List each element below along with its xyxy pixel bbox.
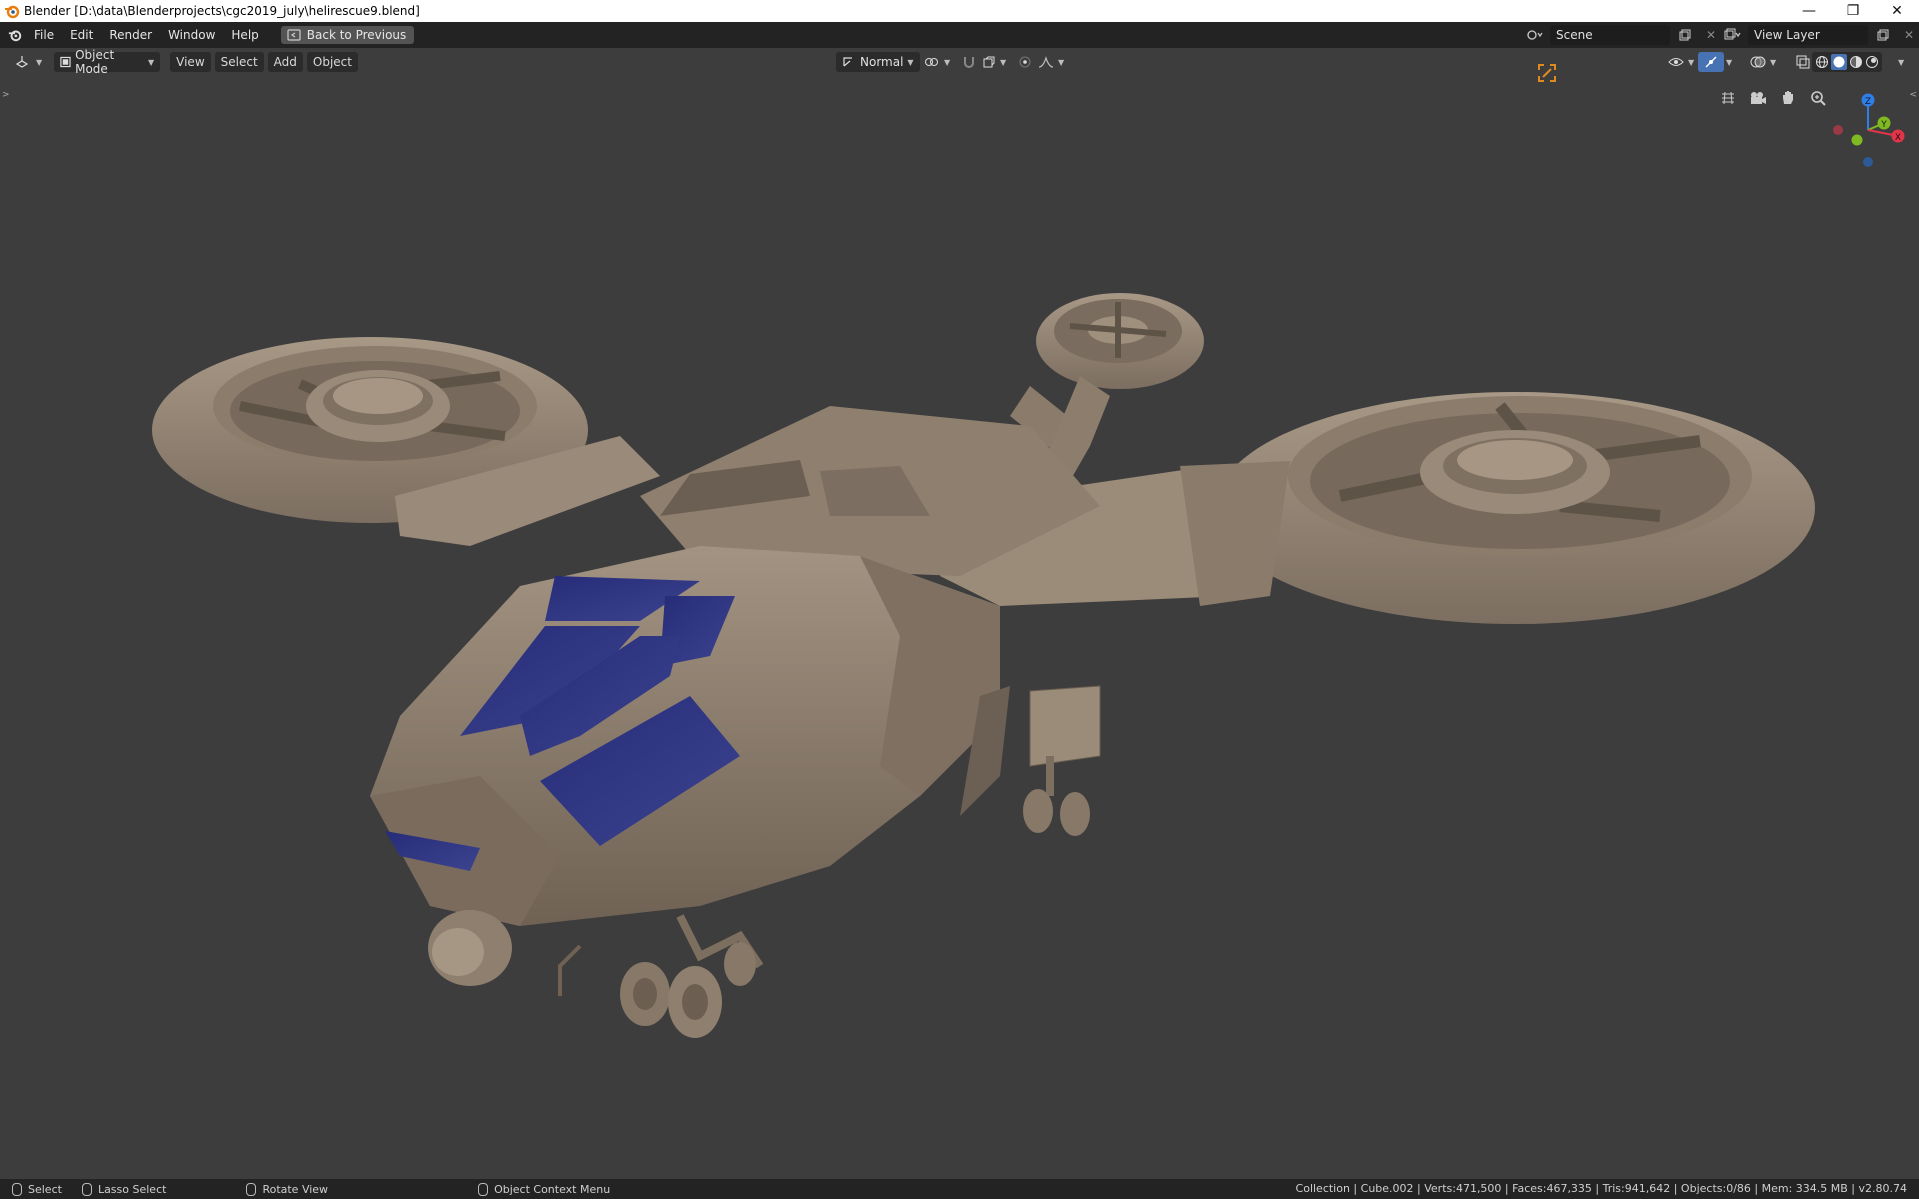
menu-help[interactable]: Help [223, 24, 266, 46]
status-select-hint: Select [12, 1182, 62, 1196]
gizmo-dropdown[interactable]: ▼ [1720, 52, 1738, 72]
falloff-curve-icon [1038, 56, 1054, 68]
pivot-point-dropdown[interactable]: ▼ [918, 52, 956, 72]
object-visibility-dropdown[interactable]: ▼ [1662, 52, 1700, 72]
back-to-previous-button[interactable]: Back to Previous [280, 26, 415, 44]
orientation-label: Normal [860, 55, 904, 69]
wireframe-shading-icon[interactable] [1815, 55, 1829, 69]
rendered-shading-icon[interactable] [1865, 55, 1879, 69]
chevron-down-icon: ▼ [148, 57, 155, 67]
lasso-hint-label: Lasso Select [97, 1182, 167, 1196]
right-mouse-icon [478, 1182, 489, 1196]
3d-viewport-icon [15, 56, 29, 68]
gizmo-icon [1705, 56, 1717, 68]
status-context-hint: Object Context Menu [478, 1182, 611, 1196]
new-scene-icon[interactable] [1674, 25, 1696, 45]
proportional-edit-icon [1019, 56, 1031, 68]
scene-statistics: Collection | Cube.002 | Verts:471,500 | … [1295, 1182, 1907, 1195]
restore-button[interactable]: ❐ [1831, 0, 1875, 22]
blender-logo-icon [5, 5, 20, 19]
right-rotor-duct [1215, 392, 1815, 624]
3d-viewport[interactable]: > < Z Y X [0, 64, 1919, 1179]
overlays-toggle[interactable]: ▼ [1744, 52, 1782, 72]
scene-selector: Scene ✕ [1524, 25, 1722, 45]
view-layer-field[interactable]: View Layer [1748, 25, 1868, 45]
object-mode-icon [60, 56, 71, 68]
screen-back-icon [287, 29, 301, 41]
select-menu[interactable]: Select [214, 52, 264, 72]
scene-name-field[interactable]: Scene [1550, 25, 1670, 45]
shading-mode-group [1812, 52, 1882, 72]
delete-scene-icon[interactable]: ✕ [1700, 25, 1722, 45]
delete-view-layer-icon[interactable]: ✕ [1898, 25, 1919, 45]
top-bar: File Edit Render Window Help Back to Pre… [0, 22, 1919, 48]
helicopter-model[interactable] [0, 76, 1919, 1179]
chevron-down-icon: ▼ [36, 57, 43, 67]
object-menu[interactable]: Object [306, 52, 358, 72]
status-bar: Select Lasso Select Rotate View Object C… [0, 1179, 1919, 1199]
chevron-down-icon: ▼ [1000, 57, 1007, 67]
material-preview-icon[interactable] [1849, 55, 1863, 69]
xray-icon [1796, 55, 1810, 69]
status-rotate-hint: Rotate View [246, 1182, 329, 1196]
select-hint-label: Select [28, 1182, 62, 1196]
close-window-button[interactable]: ✕ [1875, 0, 1919, 22]
window-title-bar: Blender [D:\data\Blenderprojects\cgc2019… [0, 0, 1919, 22]
snap-increment-icon [983, 56, 995, 68]
viewport-header: ▼ Object Mode ▼ View Select Add Object N… [0, 48, 1919, 76]
window-title: Blender [D:\data\Blenderprojects\cgc2019… [24, 4, 420, 18]
chevron-down-icon: ▼ [907, 57, 914, 67]
view-layer-browse-icon[interactable] [1722, 25, 1744, 45]
context-hint-label: Object Context Menu [494, 1182, 611, 1196]
status-lasso-hint: Lasso Select [81, 1182, 167, 1196]
editor-type-dropdown[interactable]: ▼ [8, 52, 48, 72]
chevron-down-icon: ▼ [944, 57, 951, 67]
object-mode-dropdown[interactable]: Object Mode ▼ [54, 48, 161, 76]
blender-menu-icon[interactable] [8, 28, 22, 42]
snap-target-dropdown[interactable]: ▼ [976, 52, 1012, 72]
left-mouse-icon [12, 1182, 22, 1196]
mode-label: Object Mode [75, 48, 115, 76]
chevron-down-icon: ▼ [1898, 57, 1905, 67]
menu-render[interactable]: Render [101, 24, 160, 46]
middle-mouse-icon [246, 1182, 257, 1196]
pivot-icon [925, 58, 938, 66]
scene-browse-icon[interactable] [1524, 25, 1546, 45]
rear-landing-gear [1023, 756, 1090, 836]
drag-mouse-icon [81, 1182, 92, 1196]
view-menu[interactable]: View [170, 52, 211, 72]
menu-file[interactable]: File [26, 24, 62, 46]
rotate-hint-label: Rotate View [262, 1182, 329, 1196]
orientation-icon [843, 57, 852, 67]
chevron-down-icon: ▼ [1688, 57, 1695, 67]
solid-shading-icon[interactable] [1831, 54, 1847, 70]
magnet-icon [964, 57, 974, 68]
chevron-down-icon: ▼ [1726, 57, 1733, 67]
overlays-icon [1750, 56, 1766, 68]
eye-icon [1668, 58, 1684, 66]
chevron-down-icon: ▼ [1058, 57, 1065, 67]
front-landing-gear [620, 914, 764, 1038]
falloff-dropdown[interactable]: ▼ [1032, 52, 1070, 72]
menu-edit[interactable]: Edit [62, 24, 101, 46]
minimize-button[interactable]: — [1787, 0, 1831, 22]
view-layer-selector: View Layer ✕ [1722, 25, 1919, 45]
add-menu[interactable]: Add [267, 52, 303, 72]
menu-window[interactable]: Window [160, 24, 223, 46]
back-to-previous-label: Back to Previous [306, 28, 407, 42]
shading-options-dropdown[interactable]: ▼ [1892, 52, 1910, 72]
new-view-layer-icon[interactable] [1872, 25, 1894, 45]
chevron-down-icon: ▼ [1770, 57, 1777, 67]
transform-orientation-dropdown[interactable]: Normal ▼ [836, 52, 920, 72]
